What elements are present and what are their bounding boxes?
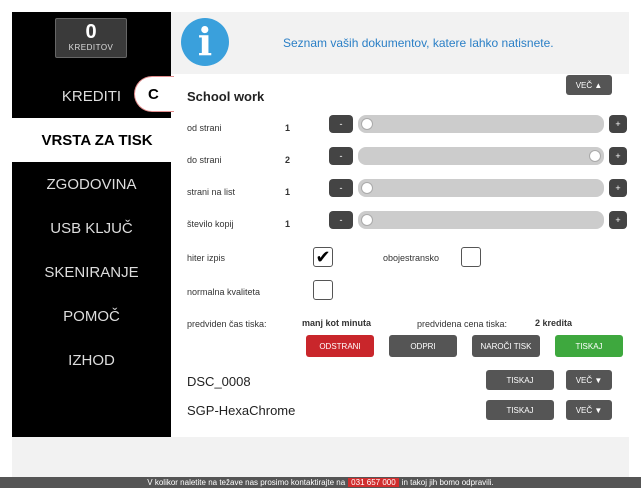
remove-button[interactable]: ODSTRANI (306, 335, 374, 357)
document-title: School work (187, 89, 265, 104)
duplex-checkbox[interactable] (461, 247, 481, 267)
print-app-window: 0 KREDITOV KREDITI VRSTA ZA TISK ZGODOVI… (0, 0, 641, 488)
to-page-minus-button[interactable]: - (329, 147, 353, 165)
credits-box[interactable]: 0 KREDITOV (55, 18, 127, 58)
callout-marker: C (134, 76, 174, 112)
estimate-price-label: predvidena cena tiska: (417, 319, 508, 329)
to-page-slider[interactable] (358, 147, 604, 165)
slider-knob[interactable] (361, 118, 373, 130)
print-button[interactable]: TISKAJ (555, 335, 623, 357)
sidebar-item-label: VRSTA ZA TISK (41, 131, 153, 149)
sidebar-item-label: USB KLJUČ (50, 219, 133, 237)
sidebar-item-skeniranje[interactable]: SKENIRANJE (12, 250, 171, 294)
slider-knob[interactable] (589, 150, 601, 162)
copies-label: število kopij (187, 219, 234, 229)
slider-knob[interactable] (361, 214, 373, 226)
left-margin (0, 12, 12, 477)
more-button[interactable]: VEČ ▼ (566, 370, 612, 390)
normal-quality-label: normalna kvaliteta (187, 287, 261, 297)
estimate-time-label: predviden čas tiska: (187, 319, 267, 329)
pages-per-sheet-minus-button[interactable]: - (329, 179, 353, 197)
bottom-strip (12, 437, 629, 477)
from-page-minus-button[interactable]: - (329, 115, 353, 133)
slider-knob[interactable] (361, 182, 373, 194)
sidebar-item-label: SKENIRANJE (44, 263, 139, 281)
info-icon: i (181, 18, 229, 66)
credits-value: 0 (85, 21, 97, 43)
from-page-label: od strani (187, 123, 222, 133)
right-margin (629, 0, 641, 488)
fast-print-label: hiter izpis (187, 253, 226, 263)
to-page-value: 2 (285, 155, 291, 165)
pages-per-sheet-label: strani na list (187, 187, 236, 197)
credits-label: KREDITOV (68, 43, 114, 52)
order-print-button[interactable]: NAROČI TISK (472, 335, 540, 357)
copies-slider[interactable] (358, 211, 604, 229)
footer-text-before: V kolikor naletite na težave nas prosimo… (147, 478, 346, 487)
to-page-plus-button[interactable]: + (609, 147, 627, 165)
pages-per-sheet-value: 1 (285, 187, 291, 197)
normal-quality-checkbox[interactable] (313, 280, 333, 300)
sidebar-item-label: KREDITI (61, 87, 122, 105)
to-page-label: do strani (187, 155, 222, 165)
fast-print-checkbox[interactable]: ✔ (313, 247, 333, 267)
info-bar: i Seznam vaših dokumentov, katere lahko … (171, 12, 629, 74)
from-page-value: 1 (285, 123, 291, 133)
document-name[interactable]: DSC_0008 (187, 374, 251, 389)
sidebar-item-usb-kljuc[interactable]: USB KLJUČ (12, 206, 171, 250)
main-panel: i Seznam vaših dokumentov, katere lahko … (171, 12, 629, 477)
copies-value: 1 (285, 219, 291, 229)
sidebar-item-label: POMOČ (63, 307, 120, 325)
footer-phone[interactable]: 031 657 000 (348, 478, 399, 487)
sidebar-item-label: IZHOD (68, 351, 115, 369)
sidebar-item-pomoc[interactable]: POMOČ (12, 294, 171, 338)
pages-per-sheet-plus-button[interactable]: + (609, 179, 627, 197)
print-button[interactable]: TISKAJ (486, 370, 554, 390)
sidebar-item-zgodovina[interactable]: ZGODOVINA (12, 162, 171, 206)
estimate-time-value: manj kot minuta (302, 318, 372, 328)
document-name[interactable]: SGP-HexaChrome (187, 403, 295, 418)
estimate-price-value: 2 kredita (535, 318, 573, 328)
more-button[interactable]: VEČ ▲ (566, 75, 612, 95)
copies-plus-button[interactable]: + (609, 211, 627, 229)
print-button[interactable]: TISKAJ (486, 400, 554, 420)
pages-per-sheet-slider[interactable] (358, 179, 604, 197)
copies-minus-button[interactable]: - (329, 211, 353, 229)
info-message: Seznam vaših dokumentov, katere lahko na… (283, 36, 554, 50)
from-page-slider[interactable] (358, 115, 604, 133)
more-button[interactable]: VEČ ▼ (566, 400, 612, 420)
duplex-label: obojestransko (383, 253, 440, 263)
footer-contact: V kolikor naletite na težave nas prosimo… (0, 477, 641, 488)
footer-text-after: in takoj jih bomo odpravili. (401, 478, 494, 487)
sidebar-item-izhod[interactable]: IZHOD (12, 338, 171, 382)
sidebar-item-vrsta-za-tisk[interactable]: VRSTA ZA TISK (12, 118, 182, 162)
sidebar-item-label: ZGODOVINA (46, 175, 137, 193)
open-button[interactable]: ODPRI (389, 335, 457, 357)
from-page-plus-button[interactable]: + (609, 115, 627, 133)
